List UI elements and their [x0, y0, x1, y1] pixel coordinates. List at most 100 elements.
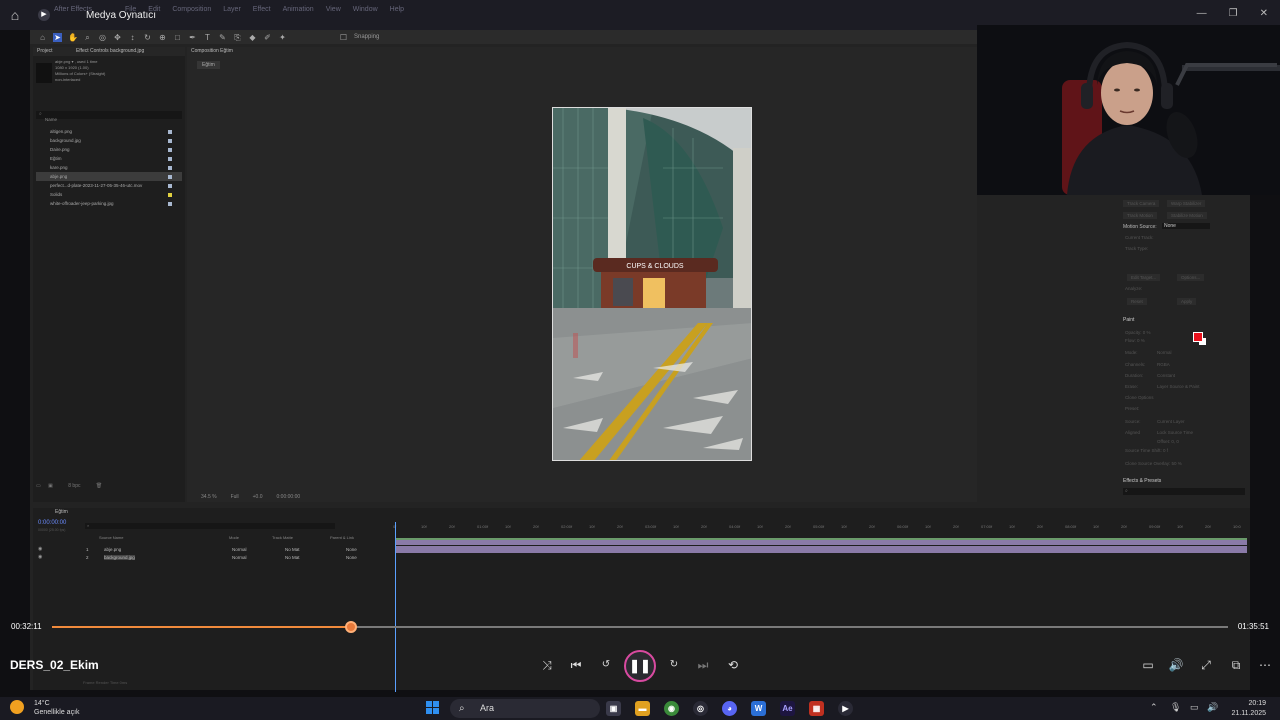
shuffle-icon[interactable]: ⤨ [537, 655, 557, 675]
fullscreen-icon[interactable]: ⤢ [1196, 655, 1216, 675]
label-color-swatch[interactable] [168, 166, 172, 170]
layer-matte[interactable]: No Mat [285, 547, 300, 552]
file-explorer-icon[interactable]: ▬ [635, 701, 650, 716]
maximize-icon[interactable]: ❐ [1229, 8, 1238, 19]
new-comp-icon[interactable]: ▣ [48, 483, 53, 489]
erase-select[interactable]: Layer Source & Paint [1157, 384, 1200, 389]
edit-target-button[interactable]: Edit Target... [1127, 274, 1161, 281]
label-color-swatch[interactable] [168, 184, 172, 188]
project-item[interactable]: white-offroader-jeep-parking.jpg [36, 199, 182, 208]
lock-source-time-checkbox[interactable]: Lock Source Time [1157, 430, 1193, 435]
source-select[interactable]: Current Layer [1157, 419, 1185, 424]
timeline-timecode[interactable]: 0:00:00:00 [38, 520, 66, 526]
selection-tool-icon[interactable]: ➤ [53, 32, 62, 42]
previous-icon[interactable]: ⏮ [566, 655, 586, 675]
tray-chevron-icon[interactable]: ⌃ [1150, 702, 1158, 713]
home-icon[interactable]: ⌂ [0, 0, 30, 30]
comp-breadcrumb[interactable]: Eğtim [197, 61, 220, 69]
hand-tool-icon[interactable]: ✋ [68, 33, 78, 42]
app-icon[interactable]: ◎ [693, 701, 708, 716]
project-item[interactable]: Daire.png [36, 145, 182, 154]
eye-icon[interactable]: ◉ [38, 546, 42, 552]
pause-icon[interactable]: ❚❚ [624, 650, 656, 682]
layer-bar-1[interactable] [395, 538, 1247, 545]
rewind-10-icon[interactable]: ↺ [596, 655, 616, 675]
ae-menu-item[interactable]: View [326, 6, 341, 13]
source-time-shift[interactable]: Source Time Shift: 0 f [1125, 448, 1168, 453]
ae-menu-item[interactable]: File [125, 6, 136, 13]
dolly-tool-icon[interactable]: ↕ [128, 33, 137, 42]
project-item[interactable]: perfect...d-plate-2023-11-27-05-35-46-ut… [36, 181, 182, 190]
clone-tool-icon[interactable]: ⎘ [233, 33, 242, 42]
task-view-icon[interactable]: ▣ [606, 701, 621, 716]
motion-source-select[interactable]: None [1162, 223, 1210, 229]
layer-bar-2[interactable] [395, 546, 1247, 553]
stabilize-motion-button[interactable]: Stabilize Motion [1167, 212, 1207, 219]
taskbar-search[interactable]: ⌕ Ara [450, 699, 600, 718]
reset-button[interactable]: Reset [1127, 298, 1147, 305]
layer-name[interactable]: abje.png [104, 547, 121, 552]
new-folder-icon[interactable]: ▭ [36, 483, 41, 489]
media-player-icon[interactable]: ▶ [838, 701, 853, 716]
layer-matte[interactable]: No Mat [285, 555, 300, 560]
zoom-tool-icon[interactable]: ⌕ [83, 33, 92, 42]
tab-project[interactable]: Project [37, 48, 53, 54]
comp-tab[interactable]: Composition Eğtim [187, 47, 977, 56]
eye-icon[interactable]: ◉ [38, 554, 42, 560]
rotate-tool-icon[interactable]: ↻ [143, 33, 152, 42]
ae-menu-item[interactable]: Help [390, 6, 404, 13]
chrome-icon[interactable]: ◉ [664, 701, 679, 716]
foreground-color-swatch[interactable] [1193, 332, 1203, 342]
ae-menu-app[interactable]: After Effects [54, 6, 92, 13]
close-icon[interactable]: ✕ [1260, 8, 1268, 19]
discord-icon[interactable]: ◕ [722, 701, 737, 716]
layer-row[interactable]: ◉ 1 abje.png Normal No Mat None [36, 546, 384, 554]
duration-select[interactable]: Constant [1157, 373, 1175, 378]
channels-select[interactable]: RGBA [1157, 362, 1170, 367]
ae-menu-item[interactable]: Window [353, 6, 378, 13]
layer-parent[interactable]: None [346, 547, 357, 552]
zoom-level[interactable]: 34.5 % [201, 494, 217, 504]
taskbar-clock[interactable]: 20:19 21.11.2025 [1231, 699, 1266, 719]
track-camera-button[interactable]: Track Camera [1123, 200, 1160, 207]
winrar-icon[interactable]: ▦ [809, 701, 824, 716]
project-item[interactable]: Eğtim [36, 154, 182, 163]
resolution-select[interactable]: Full [231, 494, 239, 504]
options-button[interactable]: Options... [1177, 274, 1205, 281]
layer-mode[interactable]: Normal [232, 555, 247, 560]
eraser-tool-icon[interactable]: ◆ [248, 33, 257, 42]
project-item[interactable]: background.jpg [36, 136, 182, 145]
miniplayer-icon[interactable]: ▭ [1138, 655, 1158, 675]
label-color-swatch[interactable] [168, 148, 172, 152]
seek-bar-knob[interactable] [344, 621, 357, 633]
mode-select[interactable]: Normal [1157, 350, 1172, 355]
comp-time[interactable]: 0:00:00:00 [277, 494, 301, 504]
opacity-label[interactable]: Opacity: 0 % [1125, 330, 1151, 335]
microphone-icon[interactable]: 🎙 [1170, 702, 1181, 713]
label-color-swatch[interactable] [168, 202, 172, 206]
label-color-swatch[interactable] [168, 175, 172, 179]
next-icon[interactable]: ⏭ [693, 655, 713, 675]
effects-search-input[interactable]: ⌕ [1123, 488, 1245, 495]
more-icon[interactable]: ⋯ [1255, 655, 1275, 675]
ae-menu-item[interactable]: Effect [253, 6, 271, 13]
pen-tool-icon[interactable]: ✒ [188, 33, 197, 42]
layer-mode[interactable]: Normal [232, 547, 247, 552]
layer-parent[interactable]: None [346, 555, 357, 560]
roto-tool-icon[interactable]: ✐ [263, 33, 272, 42]
label-color-swatch[interactable] [168, 193, 172, 197]
timeline-search-input[interactable]: ⌕ [85, 523, 335, 529]
snapping-checkbox-icon[interactable]: ☐ [339, 33, 348, 42]
orbit-tool-icon[interactable]: ◎ [98, 33, 107, 42]
volume-tray-icon[interactable]: 🔊 [1207, 702, 1218, 713]
exposure-value[interactable]: +0.0 [253, 494, 263, 504]
flow-label[interactable]: Flow: 0 % [1125, 338, 1145, 343]
ae-menu-item[interactable]: Animation [283, 6, 314, 13]
anchor-tool-icon[interactable]: ⊕ [158, 33, 167, 42]
seek-bar[interactable] [52, 621, 1228, 633]
popout-icon[interactable]: ⧉ [1226, 655, 1246, 675]
repeat-off-icon[interactable]: ⟲ [723, 655, 743, 675]
label-color-swatch[interactable] [168, 139, 172, 143]
volume-icon[interactable]: 🔊 [1166, 655, 1186, 675]
label-color-swatch[interactable] [168, 130, 172, 134]
